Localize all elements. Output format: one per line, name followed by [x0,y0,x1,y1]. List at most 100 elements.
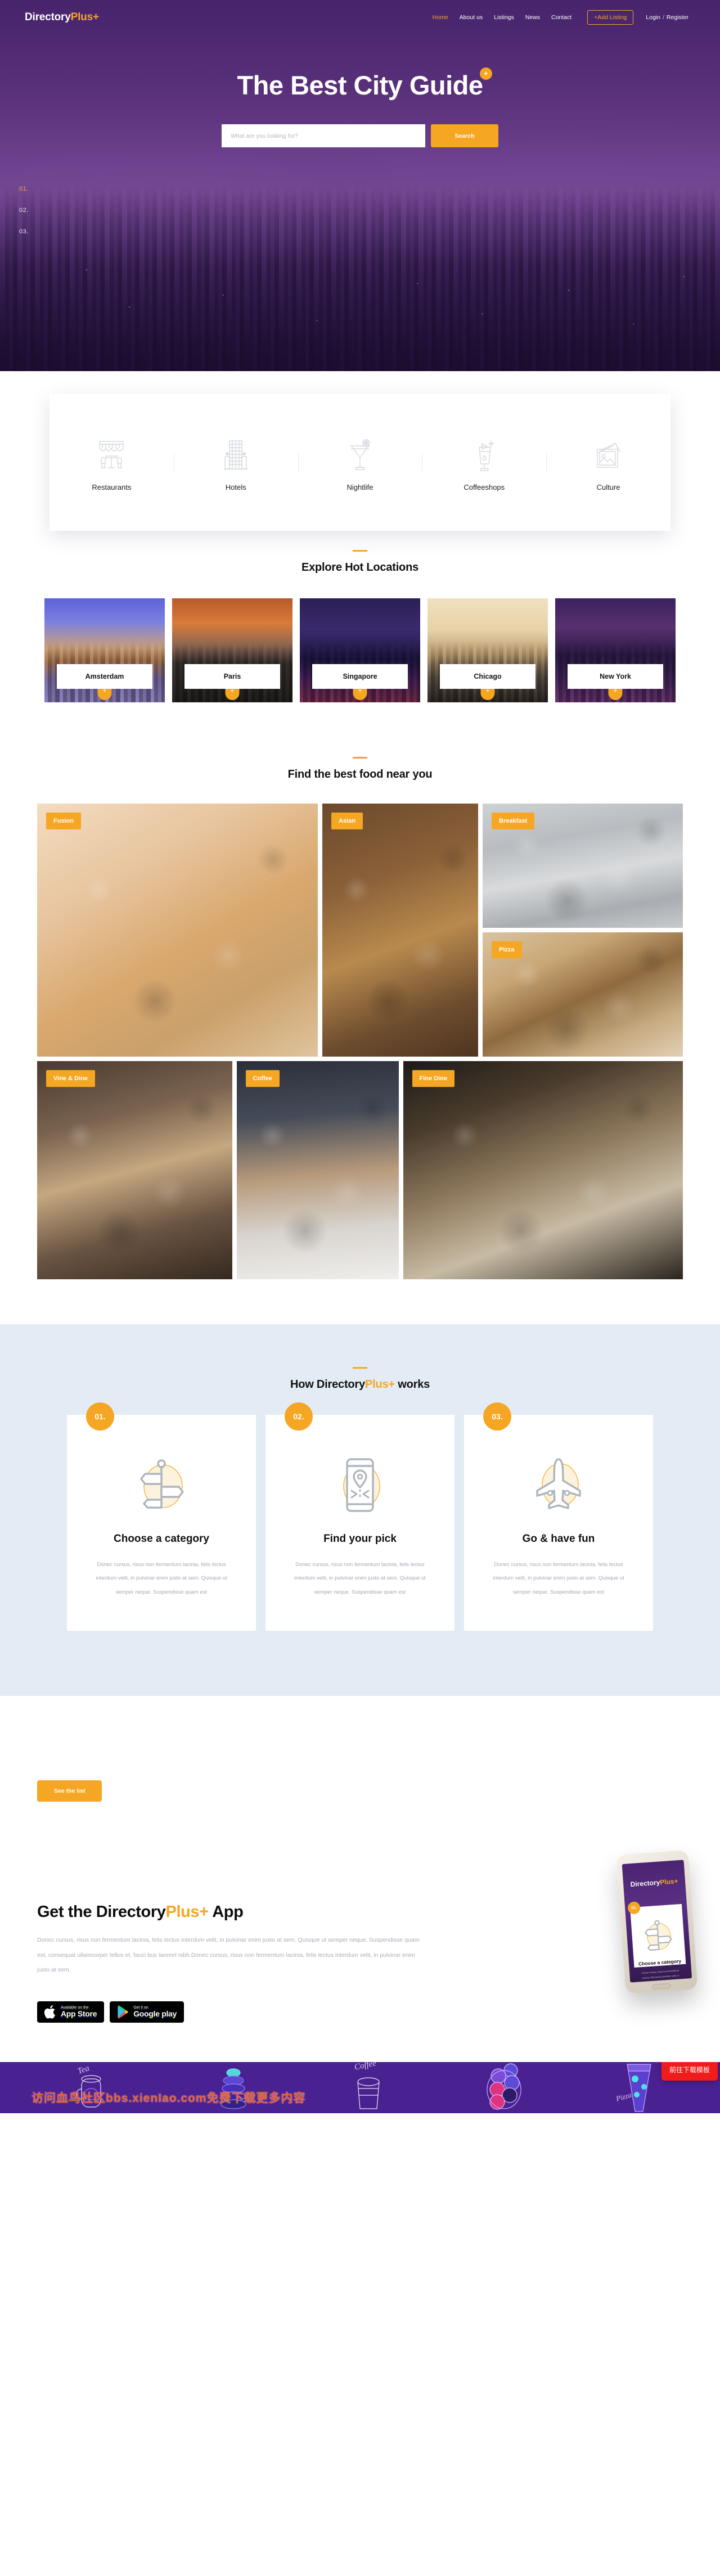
food-card-fusion[interactable]: Fusion [37,804,318,1057]
food-card-breakfast[interactable]: Breakfast [483,804,683,928]
category-label: Culture [596,482,620,491]
juice-glass-icon [472,438,497,473]
category-item-hotels[interactable]: Hotels [173,434,298,491]
category-item-culture[interactable]: Culture [546,434,670,491]
food-card-vine-and-dine[interactable]: Vine & Dine [37,1061,232,1279]
location-name: Paris [184,664,280,689]
best-food-section: Find the best food near you Fusion Asian [0,707,720,1279]
section-rule-divider [353,1367,367,1369]
app-store-button[interactable]: Available on the App Store [37,2001,105,2023]
phone-screen: DirectoryPlus+ 01. Choose a category Don… [622,1860,692,1983]
food-title: Find the best food near you [287,768,433,781]
nav-item-listings[interactable]: Listings [494,14,514,21]
works-card-3: 03. Go & have fun Donec cursus, risus no… [464,1402,653,1631]
signpost-icon [89,1451,233,1518]
works-title-part-c: works [394,1378,430,1391]
brand-logo[interactable]: DirectoryPlus+ [25,11,99,24]
nav-item-news[interactable]: News [525,14,540,21]
google-play-button[interactable]: Get it on Google play [110,2001,184,2023]
cta-section: See the list [0,1696,720,1837]
slide-indicator-2[interactable]: 02. [19,207,29,214]
hero-section: DirectoryPlus+ Home About us Listings Ne… [0,0,720,371]
nav-item-home[interactable]: Home [433,14,448,21]
location-card-paris[interactable]: + Paris [172,598,292,702]
app-title-part-a: Get the Directory [37,1902,166,1921]
brand-name-primary: Directory [25,11,71,23]
works-card-2: 02. Find your pick Donec cursus, risus n… [266,1402,454,1631]
section-rule-divider [353,757,367,759]
download-template-button[interactable]: 前往下载模板 [661,2062,718,2081]
hero-slide-indicators: 01. 02. 03. [19,186,29,235]
works-step-number: 03. [483,1402,511,1431]
phone-mockup: DirectoryPlus+ 01. Choose a category Don… [616,1849,698,1994]
phone-card-description: Donec cursus, risus non fermentum lacini… [641,1969,682,1983]
hero-content: The Best City Guide + Search [0,35,720,147]
category-label: Restaurants [92,482,132,491]
phone-step-card: 01. Choose a category Donec cursus, risu… [627,1901,686,1982]
airplane-icon [487,1451,631,1518]
footer-illustration-strip: Tea Coffee Pizza 访问血鸟社区bbs.xienIao.com免费… [0,2062,720,2114]
location-card-singapore[interactable]: + Singapore [300,598,420,702]
category-item-nightlife[interactable]: Nightlife [298,434,422,491]
food-card-pizza[interactable]: Pizza [483,932,683,1057]
food-image [236,1061,399,1279]
food-grid-row-2: Vine & Dine Coffee Fine Dine [37,1061,683,1279]
search-input[interactable] [222,124,425,147]
search-button[interactable]: Search [431,124,498,147]
food-tag: Asian [331,813,363,829]
locations-title: Explore Hot Locations [301,561,419,574]
works-title: How DirectoryPlus+ works [0,1378,720,1391]
login-link[interactable]: Login [646,14,660,21]
food-card-coffee[interactable]: Coffee [236,1061,399,1279]
register-link[interactable]: Register [667,14,688,21]
works-title-part-b: Plus+ [364,1378,395,1391]
phone-brand-b: Plus+ [659,1876,679,1887]
location-name: Singapore [312,664,408,689]
food-card-asian[interactable]: Asian [322,804,478,1057]
pizza-slice-illustration: Pizza [610,2062,667,2113]
location-name: Chicago [440,664,536,689]
food-tag: Vine & Dine [46,1070,95,1087]
food-grid: Fusion Asian Breakfast Pizza Vine & Dine… [0,804,720,1279]
works-card-description: Donec cursus, risus non fermentum lacini… [493,1562,624,1595]
auth-separator: / [662,14,664,21]
location-card-chicago[interactable]: + Chicago [428,598,548,702]
works-title-part-a: How Directory [290,1378,365,1391]
app-title: Get the DirectoryPlus+ App [37,1903,683,1921]
works-cards-grid: 01. Choose a category Donec cursus, risu… [0,1402,720,1631]
app-title-part-c: App [208,1902,244,1921]
food-image [37,1061,232,1279]
hero-title: The Best City Guide + [237,67,492,101]
food-grid-row-1: Fusion Asian Breakfast Pizza [37,804,683,1057]
phone-home-button[interactable] [651,1983,672,1989]
location-card-amsterdam[interactable]: + Amsterdam [44,598,165,702]
locations-grid: + Amsterdam + Paris + Singapore + Chicag… [0,598,720,707]
slide-indicator-1[interactable]: 01. [19,186,29,192]
phone-step-number: 01. [627,1901,641,1915]
see-the-list-button[interactable]: See the list [37,1780,102,1802]
restaurant-awning-icon [96,438,127,473]
slide-indicator-3[interactable]: 03. [19,228,29,235]
works-card-description: Donec cursus, risus non fermentum lacini… [96,1562,227,1595]
page-root: DirectoryPlus+ Home About us Listings Ne… [0,0,720,2114]
coffee-cup-illustration: Coffee [343,2062,394,2113]
nav-item-contact[interactable]: Contact [551,14,572,21]
add-listing-button[interactable]: +Add Listing [587,10,634,25]
google-play-logo-icon [117,2005,128,2019]
food-card-fine-dine[interactable]: Fine Dine [403,1061,683,1279]
food-image [403,1061,683,1279]
brand-plus-icon: + [92,11,99,23]
google-play-text: Get it on Google play [133,2006,177,2018]
works-card-1: 01. Choose a category Donec cursus, risu… [67,1402,256,1631]
app-store-badges: Available on the App Store Get it on Goo… [37,2001,683,2023]
hero-plus-badge-icon: + [479,67,492,80]
works-card-title: Find your pick [323,1533,397,1545]
works-card-description: Donec cursus, risus non fermentum lacini… [294,1562,426,1595]
google-play-line-2: Google play [133,2009,177,2019]
food-tag: Coffee [245,1070,280,1087]
category-item-restaurants[interactable]: Restaurants [50,434,174,491]
category-quickbar: Restaurants Hotels Nightlife Coffeeshops… [50,394,670,531]
nav-item-about-us[interactable]: About us [460,14,483,21]
location-card-new-york[interactable]: + New York [555,598,676,702]
category-item-coffeeshops[interactable]: Coffeeshops [422,434,546,491]
